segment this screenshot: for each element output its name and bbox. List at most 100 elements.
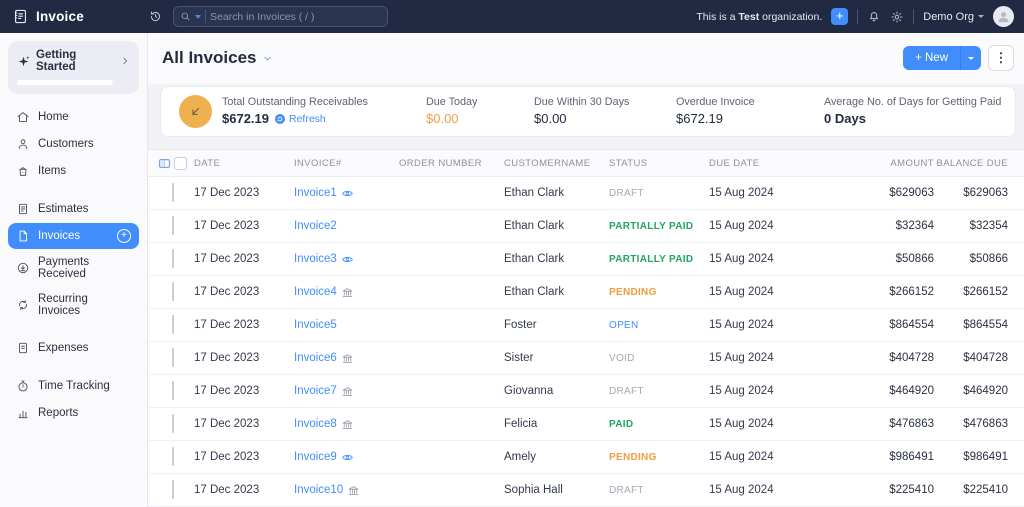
sidebar-item-estimates[interactable]: Estimates xyxy=(8,196,139,222)
table-row[interactable]: 17 Dec 2023 Invoice7 Giovanna DRAFT 15 A… xyxy=(148,375,1024,408)
search-input[interactable] xyxy=(210,10,381,23)
invoice-link[interactable]: Invoice2 xyxy=(294,220,337,232)
row-checkbox[interactable] xyxy=(172,282,174,301)
col-order-number[interactable]: ORDER NUMBER xyxy=(399,158,504,169)
eye-icon[interactable] xyxy=(341,253,354,266)
due-date: 15 Aug 2024 xyxy=(709,187,774,199)
row-checkbox[interactable] xyxy=(172,315,174,334)
status-badge: VOID xyxy=(609,352,635,364)
invoice-link[interactable]: Invoice9 xyxy=(294,451,337,463)
status-badge: DRAFT xyxy=(609,385,644,397)
org-switcher[interactable]: Demo Org xyxy=(923,11,984,23)
sidebar-item-invoices[interactable]: Invoices + xyxy=(8,223,139,249)
sidebar: Getting Started Home Customers Items Est… xyxy=(0,33,148,507)
status-badge: DRAFT xyxy=(609,484,644,496)
col-balance-due[interactable]: BALANCE DUE xyxy=(934,158,1024,169)
amount: $629063 xyxy=(889,187,934,199)
app-logo[interactable]: Invoice xyxy=(0,8,148,25)
col-amount[interactable]: AMOUNT xyxy=(839,158,934,169)
bank-icon[interactable] xyxy=(341,418,354,431)
estimate-document-icon xyxy=(19,203,27,215)
bank-icon[interactable] xyxy=(341,352,354,365)
table-row[interactable]: 17 Dec 2023 Invoice10 Sophia Hall DRAFT … xyxy=(148,474,1024,507)
bank-icon[interactable] xyxy=(341,286,354,299)
select-all-checkbox[interactable] xyxy=(174,156,187,170)
sidebar-item-time-tracking[interactable]: Time Tracking xyxy=(8,373,139,399)
invoice-link[interactable]: Invoice3 xyxy=(294,253,337,265)
sidebar-item-home[interactable]: Home xyxy=(8,104,139,130)
bar-chart-icon xyxy=(18,410,28,419)
row-checkbox[interactable] xyxy=(172,216,174,235)
chevron-right-icon xyxy=(123,57,127,65)
row-checkbox[interactable] xyxy=(172,447,174,466)
invoice-link[interactable]: Invoice5 xyxy=(294,319,337,331)
recent-history-icon[interactable] xyxy=(148,9,163,24)
col-customer[interactable]: CUSTOMERNAME xyxy=(504,158,609,169)
invoice-logo-icon xyxy=(14,9,27,24)
table-row[interactable]: 17 Dec 2023 Invoice1 Ethan Clark DRAFT 1… xyxy=(148,177,1024,210)
user-avatar[interactable] xyxy=(993,6,1014,27)
row-checkbox[interactable] xyxy=(172,183,174,202)
row-checkbox[interactable] xyxy=(172,414,174,433)
table-row[interactable]: 17 Dec 2023 Invoice6 Sister VOID 15 Aug … xyxy=(148,342,1024,375)
sidebar-item-reports[interactable]: Reports xyxy=(8,400,139,426)
invoice-date: 17 Dec 2023 xyxy=(194,352,260,364)
col-status[interactable]: STATUS xyxy=(609,158,709,169)
table-row[interactable]: 17 Dec 2023 Invoice2 Ethan Clark PARTIAL… xyxy=(148,210,1024,243)
invoice-link[interactable]: Invoice4 xyxy=(294,286,337,298)
new-button-caret[interactable] xyxy=(960,46,981,71)
invoice-link[interactable]: Invoice6 xyxy=(294,352,337,364)
sidebar-item-customers[interactable]: Customers xyxy=(8,131,139,157)
invoice-link[interactable]: Invoice7 xyxy=(294,385,337,397)
table-row[interactable]: 17 Dec 2023 Invoice5 Foster OPEN 15 Aug … xyxy=(148,309,1024,342)
customize-columns-icon[interactable] xyxy=(158,157,171,170)
new-button-label[interactable]: + New xyxy=(903,46,960,71)
notifications-bell-icon[interactable] xyxy=(867,10,881,24)
table-row[interactable]: 17 Dec 2023 Invoice4 Ethan Clark PENDING… xyxy=(148,276,1024,309)
invoice-link[interactable]: Invoice10 xyxy=(294,484,343,496)
due-today-value: $0.00 xyxy=(426,111,459,127)
page-title[interactable]: All Invoices xyxy=(162,48,273,68)
more-options-kebab-icon[interactable]: ⋮ xyxy=(988,45,1014,72)
table-row[interactable]: 17 Dec 2023 Invoice8 Felicia PAID 15 Aug… xyxy=(148,408,1024,441)
getting-started-card[interactable]: Getting Started xyxy=(8,41,139,94)
amount: $404728 xyxy=(889,352,934,364)
col-due-date[interactable]: DUE DATE xyxy=(709,158,839,169)
eye-icon[interactable] xyxy=(341,187,354,200)
row-checkbox[interactable] xyxy=(172,348,174,367)
customer-name: Foster xyxy=(504,319,537,331)
quick-add-icon[interactable]: + xyxy=(831,8,849,25)
col-date[interactable]: DATE xyxy=(194,158,294,169)
row-checkbox[interactable] xyxy=(172,381,174,400)
new-invoice-button[interactable]: + New xyxy=(903,46,981,71)
sidebar-item-items[interactable]: Items xyxy=(8,158,139,184)
table-header-row: DATE INVOICE# ORDER NUMBER CUSTOMERNAME … xyxy=(148,150,1024,177)
balance-due: $50866 xyxy=(969,253,1008,265)
org-name: Demo Org xyxy=(923,10,974,23)
refresh-button[interactable]: Refresh xyxy=(274,113,326,125)
sidebar-item-expenses[interactable]: Expenses xyxy=(8,335,139,361)
sidebar-item-payments-received[interactable]: Payments Received xyxy=(8,250,139,286)
amount: $50866 xyxy=(895,253,934,265)
eye-icon[interactable] xyxy=(341,451,354,464)
row-checkbox[interactable] xyxy=(172,249,174,268)
invoice-date: 17 Dec 2023 xyxy=(194,451,260,463)
invoice-date: 17 Dec 2023 xyxy=(194,220,260,232)
settings-gear-icon[interactable] xyxy=(890,10,904,24)
expense-receipt-icon xyxy=(19,342,27,354)
table-row[interactable]: 17 Dec 2023 Invoice9 Amely PENDING 15 Au… xyxy=(148,441,1024,474)
bank-icon[interactable] xyxy=(341,385,354,398)
bank-icon[interactable] xyxy=(347,484,360,497)
row-checkbox[interactable] xyxy=(172,480,174,499)
invoice-link[interactable]: Invoice8 xyxy=(294,418,337,430)
add-invoice-icon[interactable]: + xyxy=(117,229,131,243)
refresh-icon xyxy=(275,113,285,124)
invoice-link[interactable]: Invoice1 xyxy=(294,187,337,199)
sidebar-item-recurring-invoices[interactable]: Recurring Invoices xyxy=(8,287,139,323)
customer-name: Ethan Clark xyxy=(504,187,565,199)
col-invoice[interactable]: INVOICE# xyxy=(294,158,399,169)
global-search[interactable] xyxy=(173,6,388,27)
table-row[interactable]: 17 Dec 2023 Invoice3 Ethan Clark PARTIAL… xyxy=(148,243,1024,276)
invoice-date: 17 Dec 2023 xyxy=(194,418,260,430)
search-scope-caret-icon[interactable] xyxy=(195,14,201,19)
